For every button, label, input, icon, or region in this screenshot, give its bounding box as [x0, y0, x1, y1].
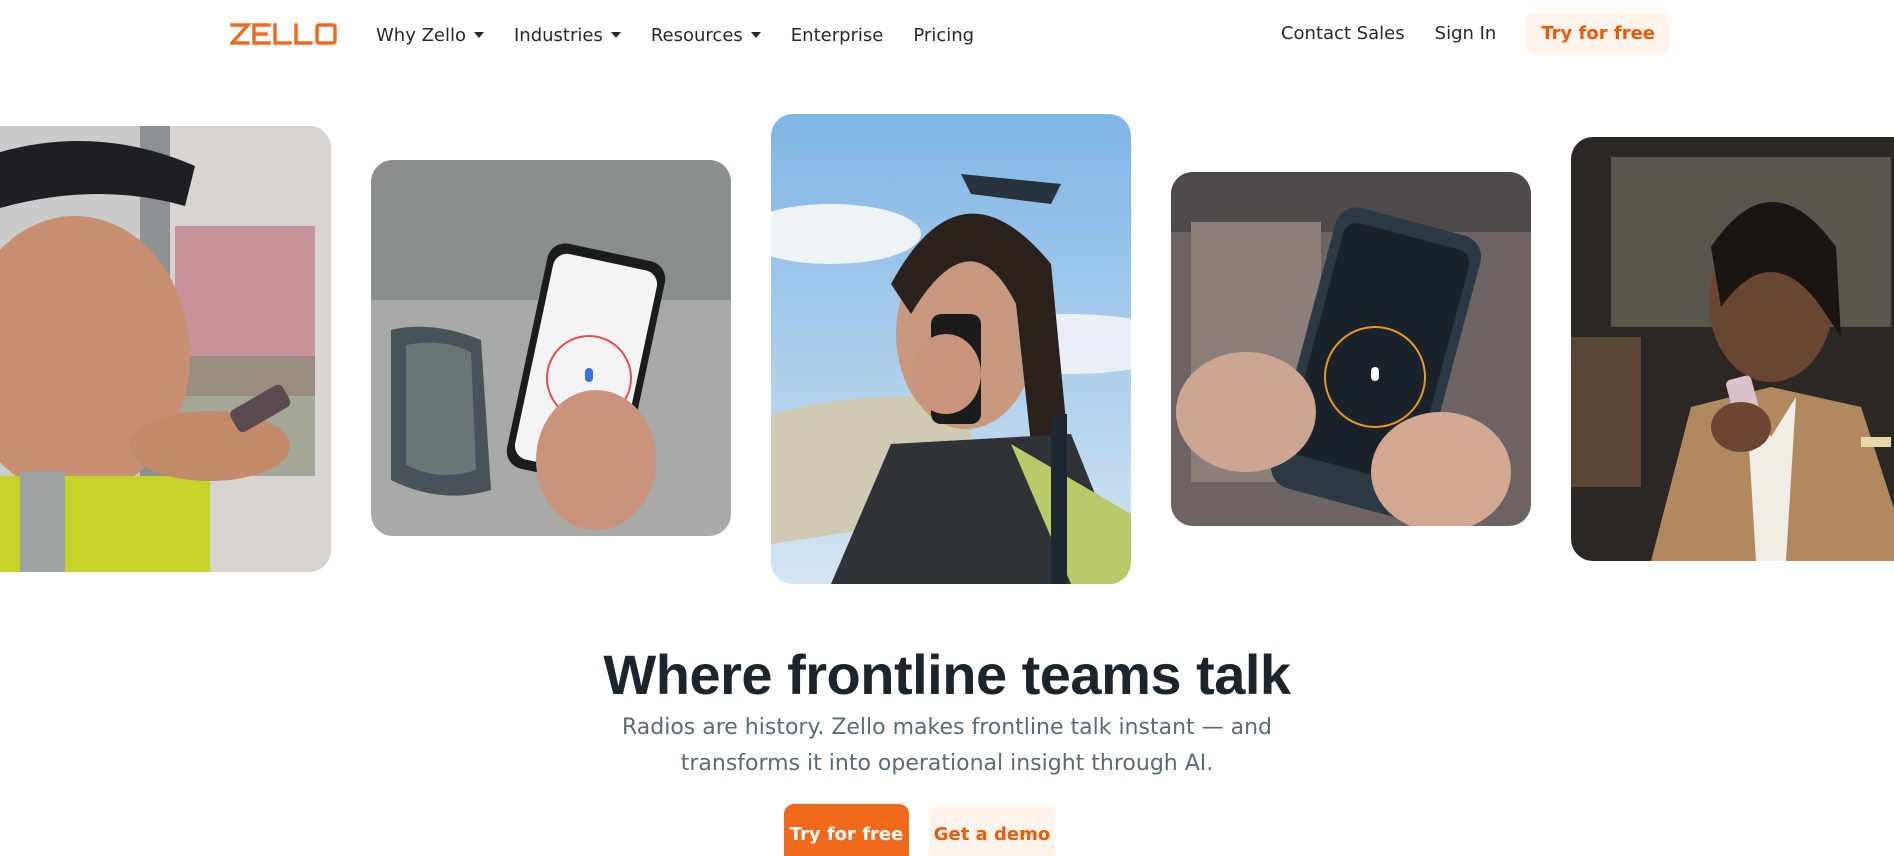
hotel-staff-photo	[1571, 137, 1894, 561]
photo-gallery	[0, 0, 1894, 600]
hero-subtitle: Radios are history. Zello makes frontlin…	[621, 715, 1273, 776]
try-for-free-button[interactable]: Try for free	[784, 804, 909, 856]
rugged-phone-photo	[1171, 172, 1531, 526]
worker-radio-photo	[771, 114, 1131, 584]
driver-photo	[0, 126, 331, 572]
phone-in-car-photo	[371, 160, 731, 536]
get-a-demo-button[interactable]: Get a demo	[929, 804, 1055, 856]
hero-title: Where frontline teams talk	[603, 643, 1291, 706]
hero-cta-row: Try for free Get a demo	[0, 804, 1894, 856]
hero-section: Where frontline teams talk Radios are hi…	[0, 640, 1894, 782]
